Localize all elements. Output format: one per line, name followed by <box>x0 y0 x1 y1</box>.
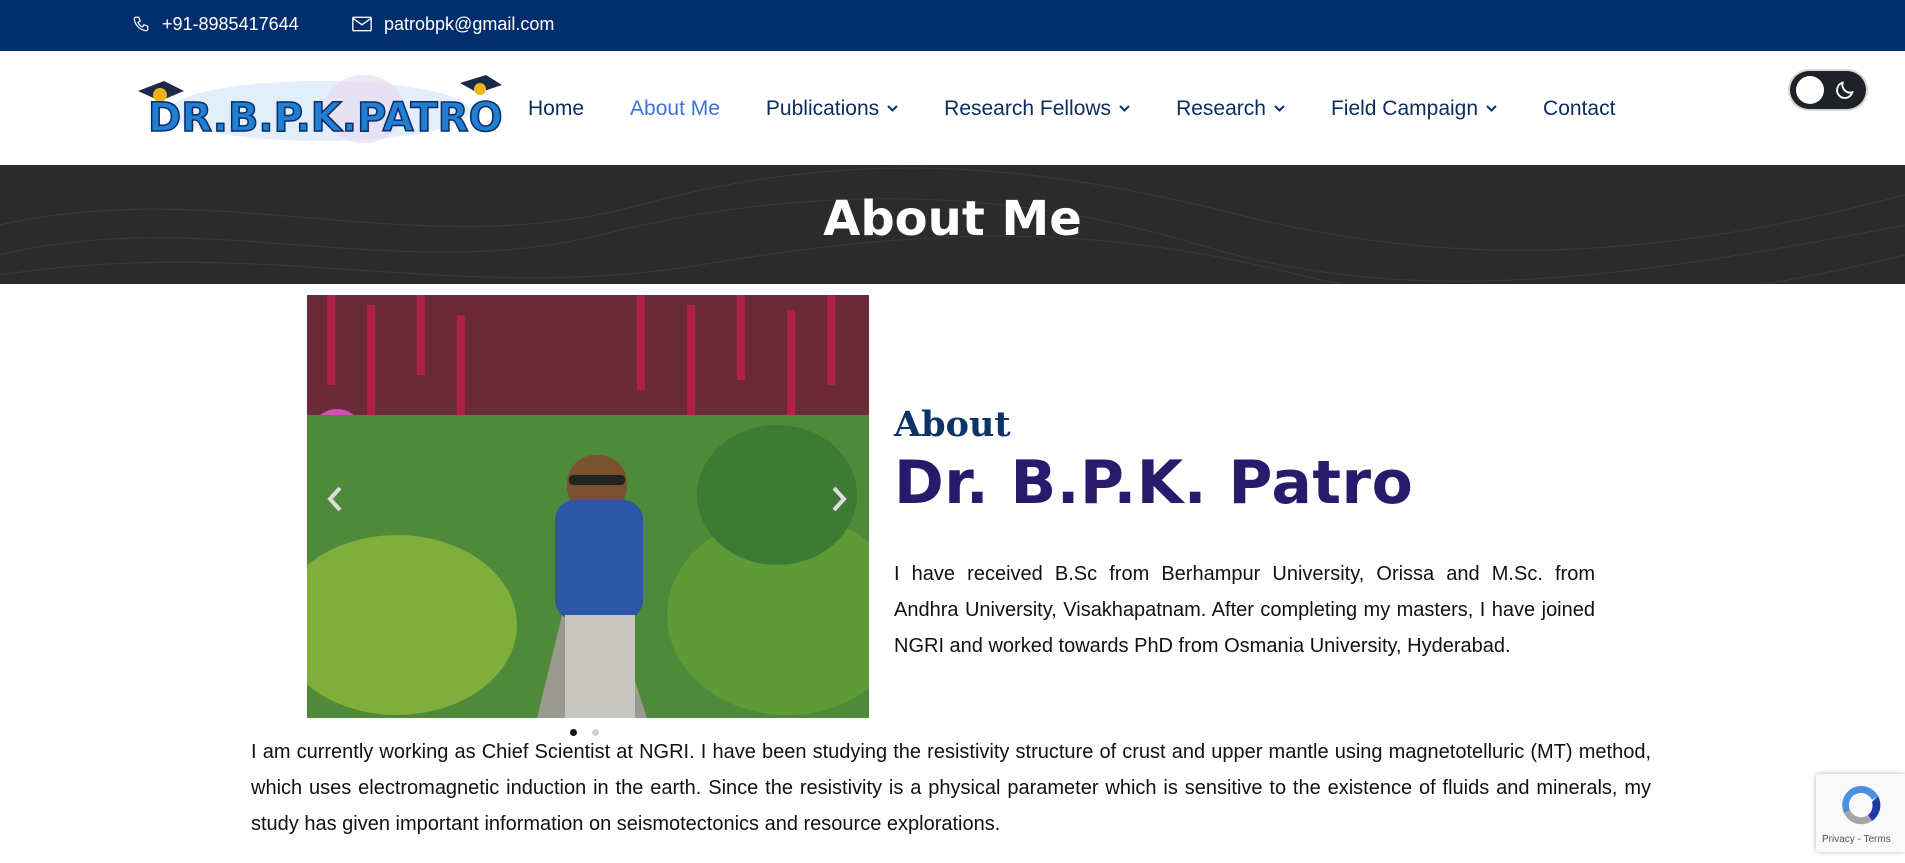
nav-about-me-label: About Me <box>630 97 720 120</box>
dark-mode-toggle[interactable] <box>1790 71 1866 109</box>
nav-home-label: Home <box>528 97 585 120</box>
recaptcha-icon <box>1842 785 1881 825</box>
recaptcha-terms[interactable]: Privacy - Terms <box>1822 834 1891 845</box>
site-logo[interactable]: DR.B.P.K.PATRO <box>134 69 506 149</box>
chevron-left-icon[interactable] <box>325 485 345 513</box>
envelope-icon <box>352 16 372 32</box>
site-header: DR.B.P.K.PATRO Home About Me Publication… <box>0 51 1905 165</box>
page-title: About Me <box>823 191 1082 247</box>
toggle-knob <box>1796 76 1824 104</box>
nav-publications-label: Publications <box>765 97 880 120</box>
about-paragraph-1: I have received B.Sc from Berhampur Univ… <box>894 563 1595 657</box>
chevron-right-icon[interactable] <box>829 485 849 513</box>
chevron-down-icon <box>1119 105 1130 112</box>
main-nav: Home About Me Publications Research Fell… <box>528 95 1661 123</box>
nav-publications[interactable]: Publications <box>766 97 898 121</box>
nav-research[interactable]: Research <box>1176 97 1285 121</box>
page-banner: About Me <box>0 165 1905 284</box>
about-paragraph-2: I am currently working as Chief Scientis… <box>251 741 1651 835</box>
nav-about-me[interactable]: About Me <box>630 97 720 121</box>
nav-contact-label: Contact <box>1543 97 1616 120</box>
phone-number: +91-8985417644 <box>162 13 299 34</box>
recaptcha-badge[interactable]: Privacy - Terms <box>1816 774 1905 852</box>
moon-icon <box>1836 81 1854 99</box>
portrait-photo <box>307 295 869 718</box>
email-address: patrobpk@gmail.com <box>384 13 555 34</box>
photo-carousel[interactable] <box>307 295 869 718</box>
svg-text:DR.B.P.K.PATRO: DR.B.P.K.PATRO <box>148 95 503 141</box>
about-name: Dr. B.P.K. Patro <box>894 448 1414 518</box>
nav-research-fellows-label: Research Fellows <box>944 97 1112 120</box>
nav-field-campaign-label: Field Campaign <box>1330 97 1479 120</box>
chevron-down-icon <box>1486 105 1497 112</box>
chevron-down-icon <box>1274 105 1285 112</box>
nav-research-label: Research <box>1176 97 1266 120</box>
top-contact-bar: +91-8985417644 patrobpk@gmail.com <box>0 0 1905 51</box>
phone-contact[interactable]: +91-8985417644 <box>132 0 299 48</box>
about-label: About <box>894 404 1011 445</box>
chevron-down-icon <box>887 105 898 112</box>
nav-home[interactable]: Home <box>528 97 584 121</box>
phone-icon <box>133 16 149 32</box>
nav-research-fellows[interactable]: Research Fellows <box>944 97 1130 121</box>
nav-contact[interactable]: Contact <box>1543 97 1615 121</box>
nav-field-campaign[interactable]: Field Campaign <box>1331 97 1497 121</box>
email-contact[interactable]: patrobpk@gmail.com <box>352 0 554 48</box>
